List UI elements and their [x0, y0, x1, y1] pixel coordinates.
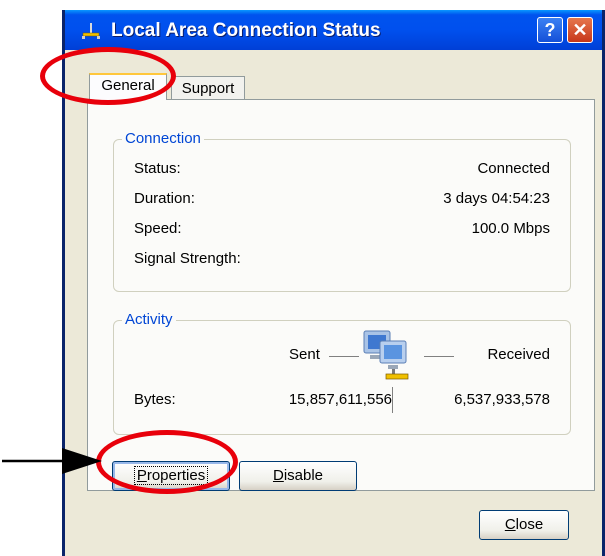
- disable-button[interactable]: Disable: [239, 461, 357, 491]
- general-tab-panel: Connection Status: Connected Duration: 3…: [87, 99, 595, 491]
- received-label: Received: [487, 346, 550, 363]
- duration-label: Duration:: [134, 190, 195, 207]
- tab-support[interactable]: Support: [171, 76, 245, 100]
- received-connector-line: [424, 356, 454, 357]
- tab-general-label: General: [101, 77, 155, 94]
- close-accelerator: C: [504, 516, 516, 533]
- properties-button-focus: Properties: [133, 466, 209, 485]
- connection-legend: Connection: [122, 130, 204, 148]
- properties-button[interactable]: Properties: [112, 461, 230, 491]
- properties-button-label: roperties: [146, 467, 206, 484]
- status-dialog-window: Local Area Connection Status ? ✕ General…: [62, 10, 605, 556]
- tab-general[interactable]: General: [89, 73, 167, 100]
- bytes-received-value: 6,537,933,578: [454, 391, 550, 408]
- network-activity-icon: [363, 330, 409, 380]
- bytes-label: Bytes:: [134, 391, 176, 408]
- activity-group: Activity Sent Received Bytes: 15,857,611…: [113, 311, 571, 435]
- disable-button-label: isable: [283, 467, 324, 484]
- disable-accelerator: D: [272, 467, 284, 484]
- activity-legend: Activity: [122, 311, 176, 329]
- duration-value: 3 days 04:54:23: [443, 190, 550, 207]
- bytes-divider: [392, 387, 393, 413]
- connection-group: Connection Status: Connected Duration: 3…: [113, 130, 571, 292]
- speed-value: 100.0 Mbps: [471, 220, 550, 237]
- help-button[interactable]: ?: [537, 17, 563, 43]
- status-label: Status:: [134, 160, 181, 177]
- sent-label: Sent: [289, 346, 320, 363]
- close-button[interactable]: Close: [479, 510, 569, 540]
- pointer-arrow: [2, 448, 102, 474]
- sent-connector-line: [329, 356, 359, 357]
- tab-support-label: Support: [181, 80, 235, 97]
- properties-accelerator: P: [136, 467, 147, 484]
- speed-label: Speed:: [134, 220, 182, 237]
- title-bar[interactable]: Local Area Connection Status ? ✕: [65, 10, 602, 50]
- close-window-button[interactable]: ✕: [567, 17, 593, 43]
- signal-strength-label: Signal Strength:: [134, 250, 241, 267]
- bytes-sent-value: 15,857,611,556: [288, 391, 392, 408]
- network-connection-icon: [82, 23, 100, 39]
- window-title: Local Area Connection Status: [111, 20, 381, 41]
- status-value: Connected: [477, 160, 550, 177]
- close-button-label: lose: [515, 516, 544, 533]
